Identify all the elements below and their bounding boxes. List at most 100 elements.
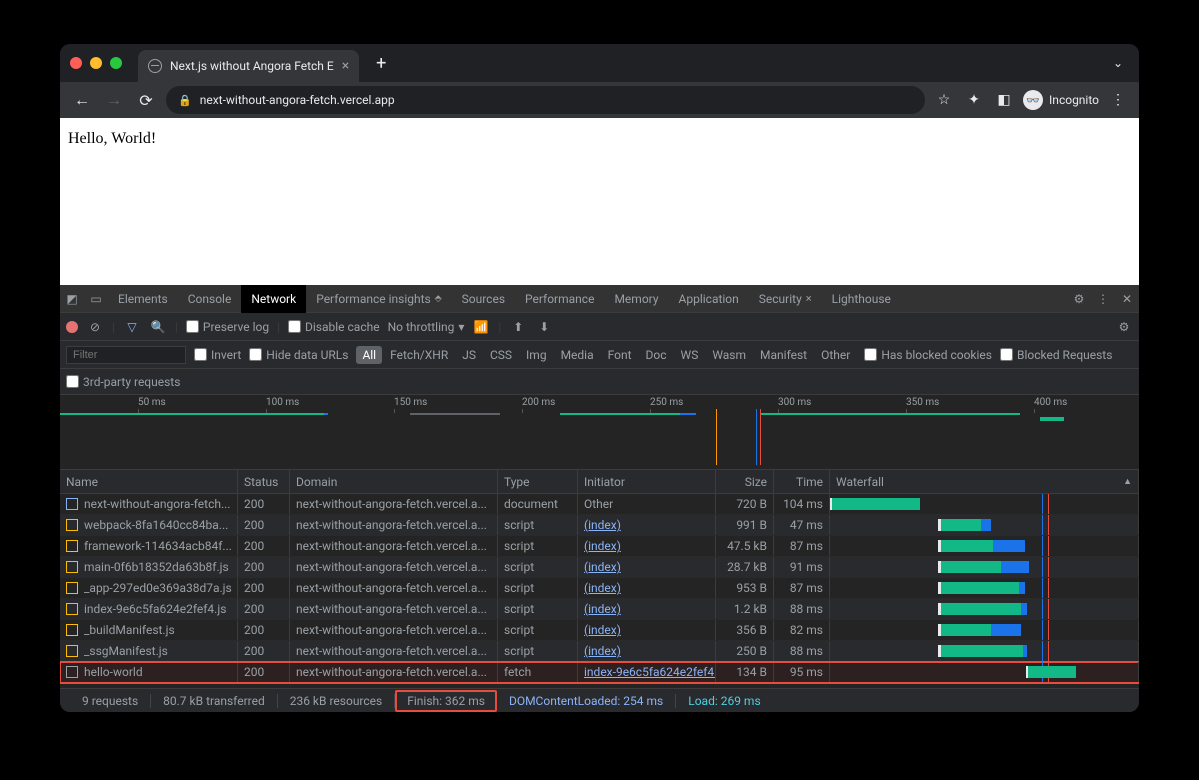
type-filter-img[interactable]: Img xyxy=(520,346,553,364)
dt-tab-security[interactable]: Security × xyxy=(749,285,822,313)
dt-tab-console[interactable]: Console xyxy=(178,285,242,313)
col-initiator[interactable]: Initiator xyxy=(578,470,716,493)
initiator-link[interactable]: (index) xyxy=(584,602,621,616)
initiator-link[interactable]: (index) xyxy=(584,539,621,553)
browser-tab[interactable]: Next.js without Angora Fetch E × xyxy=(138,50,359,82)
wifi-icon[interactable]: 📶 xyxy=(472,320,490,334)
device-toggle-icon[interactable]: ▭ xyxy=(84,292,108,306)
dt-tab-performance[interactable]: Performance xyxy=(515,285,604,313)
dt-tab-memory[interactable]: Memory xyxy=(604,285,668,313)
type-filter-fetch-xhr[interactable]: Fetch/XHR xyxy=(384,346,454,364)
new-tab-button[interactable]: + xyxy=(369,53,393,74)
type-filter-media[interactable]: Media xyxy=(555,346,600,364)
clear-icon[interactable]: ⊘ xyxy=(86,320,104,334)
table-row[interactable]: _buildManifest.js200next-without-angora-… xyxy=(60,620,1139,641)
incognito-icon: 👓 xyxy=(1023,90,1043,110)
download-icon[interactable]: ⬇ xyxy=(535,320,553,334)
maximize-window-button[interactable] xyxy=(110,57,122,69)
more-icon[interactable]: ⋮ xyxy=(1091,292,1115,306)
url-text: next-without-angora-fetch.vercel.app xyxy=(200,93,395,107)
initiator-link[interactable]: (index) xyxy=(584,644,621,658)
blocked-cookies-checkbox[interactable]: Has blocked cookies xyxy=(864,348,992,362)
throttling-select[interactable]: No throttling ▾ xyxy=(388,320,465,334)
col-type[interactable]: Type xyxy=(498,470,578,493)
file-name: next-without-angora-fetch... xyxy=(84,497,230,511)
settings-icon[interactable]: ⚙ xyxy=(1067,292,1091,306)
panel-icon[interactable]: ◧ xyxy=(993,92,1015,108)
dt-tab-application[interactable]: Application xyxy=(669,285,749,313)
initiator-link[interactable]: (index) xyxy=(584,518,621,532)
blocked-requests-checkbox[interactable]: Blocked Requests xyxy=(1000,348,1112,362)
reload-button[interactable]: ⟳ xyxy=(134,91,158,110)
initiator-link[interactable]: (index) xyxy=(584,623,621,637)
filter-icon[interactable]: ▽ xyxy=(123,320,141,334)
close-tab-icon[interactable]: × xyxy=(342,58,349,74)
menu-icon[interactable]: ⋮ xyxy=(1107,92,1129,108)
preserve-log-checkbox[interactable]: Preserve log xyxy=(186,320,269,334)
domain-cell: next-without-angora-fetch.vercel.a... xyxy=(290,578,498,598)
disable-cache-checkbox[interactable]: Disable cache xyxy=(288,320,380,334)
type-filter-all[interactable]: All xyxy=(356,346,382,364)
domain-cell: next-without-angora-fetch.vercel.a... xyxy=(290,599,498,619)
initiator-link[interactable]: (index) xyxy=(584,581,621,595)
initiator-link[interactable]: (index) xyxy=(584,560,621,574)
initiator-link[interactable]: index-9e6c5fa624e2fef4... xyxy=(584,665,716,679)
domain-cell: next-without-angora-fetch.vercel.a... xyxy=(290,641,498,661)
minimize-window-button[interactable] xyxy=(90,57,102,69)
table-row[interactable]: webpack-8fa1640cc84ba...200next-without-… xyxy=(60,515,1139,536)
col-time[interactable]: Time xyxy=(774,470,830,493)
dt-tab-network[interactable]: Network xyxy=(241,285,306,313)
type-filter-js[interactable]: JS xyxy=(456,346,482,364)
forward-button[interactable]: → xyxy=(102,90,126,110)
close-devtools-icon[interactable]: ✕ xyxy=(1115,292,1139,306)
table-row[interactable]: next-without-angora-fetch...200next-with… xyxy=(60,494,1139,515)
network-settings-icon[interactable]: ⚙ xyxy=(1115,320,1133,334)
table-row[interactable]: _app-297ed0e369a38d7a.js200next-without-… xyxy=(60,578,1139,599)
status-dcl: DOMContentLoaded: 254 ms xyxy=(497,694,676,708)
type-filter-css[interactable]: CSS xyxy=(484,346,518,364)
status-cell: 200 xyxy=(238,536,290,556)
type-filter-doc[interactable]: Doc xyxy=(640,346,673,364)
third-party-checkbox[interactable]: 3rd-party requests xyxy=(66,375,180,389)
hide-data-urls-checkbox[interactable]: Hide data URLs xyxy=(249,348,348,362)
col-waterfall[interactable]: Waterfall▲ xyxy=(830,470,1139,493)
type-cell: script xyxy=(498,641,578,661)
record-button[interactable] xyxy=(66,321,78,333)
inspect-icon[interactable]: ◩ xyxy=(60,292,84,306)
filter-input[interactable] xyxy=(66,346,186,364)
beta-icon: ⬘ xyxy=(435,294,442,304)
dt-tab-elements[interactable]: Elements xyxy=(108,285,178,313)
network-filter-bar-2: 3rd-party requests xyxy=(60,369,1139,395)
tabs-dropdown-icon[interactable]: ⌄ xyxy=(1113,56,1129,70)
close-tab-icon[interactable]: × xyxy=(806,292,812,305)
type-filter-font[interactable]: Font xyxy=(602,346,638,364)
col-name[interactable]: Name xyxy=(60,470,238,493)
size-cell: 134 B xyxy=(716,662,774,682)
table-row[interactable]: hello-world200next-without-angora-fetch.… xyxy=(60,662,1139,683)
table-row[interactable]: index-9e6c5fa624e2fef4.js200next-without… xyxy=(60,599,1139,620)
table-row[interactable]: main-0f6b18352da63b8f.js200next-without-… xyxy=(60,557,1139,578)
dt-tab-lighthouse[interactable]: Lighthouse xyxy=(822,285,901,313)
invert-checkbox[interactable]: Invert xyxy=(194,348,241,362)
search-icon[interactable]: 🔍 xyxy=(149,320,167,334)
type-filter-wasm[interactable]: Wasm xyxy=(706,346,752,364)
col-domain[interactable]: Domain xyxy=(290,470,498,493)
address-bar[interactable]: 🔒 next-without-angora-fetch.vercel.app xyxy=(166,86,925,114)
back-button[interactable]: ← xyxy=(70,90,94,110)
table-row[interactable]: _ssgManifest.js200next-without-angora-fe… xyxy=(60,641,1139,662)
extensions-icon[interactable]: ✦ xyxy=(963,92,985,108)
table-row[interactable]: framework-114634acb84f...200next-without… xyxy=(60,536,1139,557)
tab-title: Next.js without Angora Fetch E xyxy=(170,59,334,73)
overview-timeline[interactable]: 50 ms100 ms150 ms200 ms250 ms300 ms350 m… xyxy=(60,395,1139,470)
close-window-button[interactable] xyxy=(70,57,82,69)
type-filter-other[interactable]: Other xyxy=(815,346,856,364)
type-filter-manifest[interactable]: Manifest xyxy=(754,346,813,364)
type-filter-ws[interactable]: WS xyxy=(675,346,705,364)
col-size[interactable]: Size xyxy=(716,470,774,493)
star-icon[interactable]: ☆ xyxy=(933,92,955,108)
status-cell: 200 xyxy=(238,620,290,640)
upload-icon[interactable]: ⬆ xyxy=(509,320,527,334)
dt-tab-sources[interactable]: Sources xyxy=(452,285,515,313)
col-status[interactable]: Status xyxy=(238,470,290,493)
dt-tab-performance-insights[interactable]: Performance insights ⬘ xyxy=(306,285,451,313)
